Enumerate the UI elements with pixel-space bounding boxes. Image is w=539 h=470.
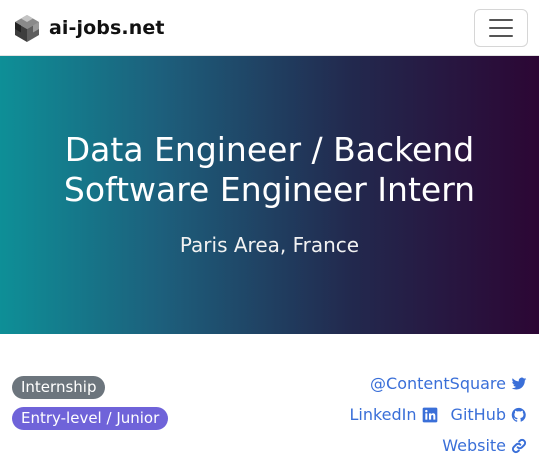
- github-icon: [511, 407, 526, 422]
- twitter-icon: [511, 377, 527, 390]
- website-label: Website: [442, 436, 506, 455]
- brand-name: ai-jobs.net: [49, 17, 165, 39]
- job-location: Paris Area, France: [179, 233, 360, 257]
- hamburger-menu-icon: [489, 19, 513, 21]
- cube-logo-icon: [15, 15, 39, 42]
- menu-toggle-button[interactable]: [474, 9, 528, 47]
- twitter-handle: @ContentSquare: [370, 374, 506, 393]
- brand-link[interactable]: ai-jobs.net: [12, 13, 165, 43]
- hamburger-menu-icon: [489, 27, 513, 29]
- github-label: GitHub: [450, 405, 506, 424]
- website-link[interactable]: Website: [442, 435, 527, 457]
- job-title: Data Engineer / Backend Software Enginee…: [63, 130, 476, 209]
- hamburger-menu-icon: [489, 35, 513, 37]
- twitter-link[interactable]: @ContentSquare: [370, 373, 527, 395]
- twitter-row: @ContentSquare: [370, 373, 527, 395]
- linkedin-label: LinkedIn: [349, 405, 417, 424]
- linkedin-link[interactable]: LinkedIn: [349, 404, 437, 426]
- experience-level-badge[interactable]: Entry-level / Junior: [12, 407, 169, 430]
- navbar: ai-jobs.net: [0, 0, 539, 56]
- linkedin-icon: [422, 407, 437, 423]
- social-links-row: LinkedIn GitHub: [349, 404, 527, 426]
- github-link[interactable]: GitHub: [451, 404, 527, 426]
- link-icon: [511, 438, 527, 454]
- website-row: Website: [442, 435, 527, 457]
- job-hero-banner: Data Engineer / Backend Software Enginee…: [0, 56, 539, 334]
- employment-type-badge[interactable]: Internship: [12, 376, 106, 399]
